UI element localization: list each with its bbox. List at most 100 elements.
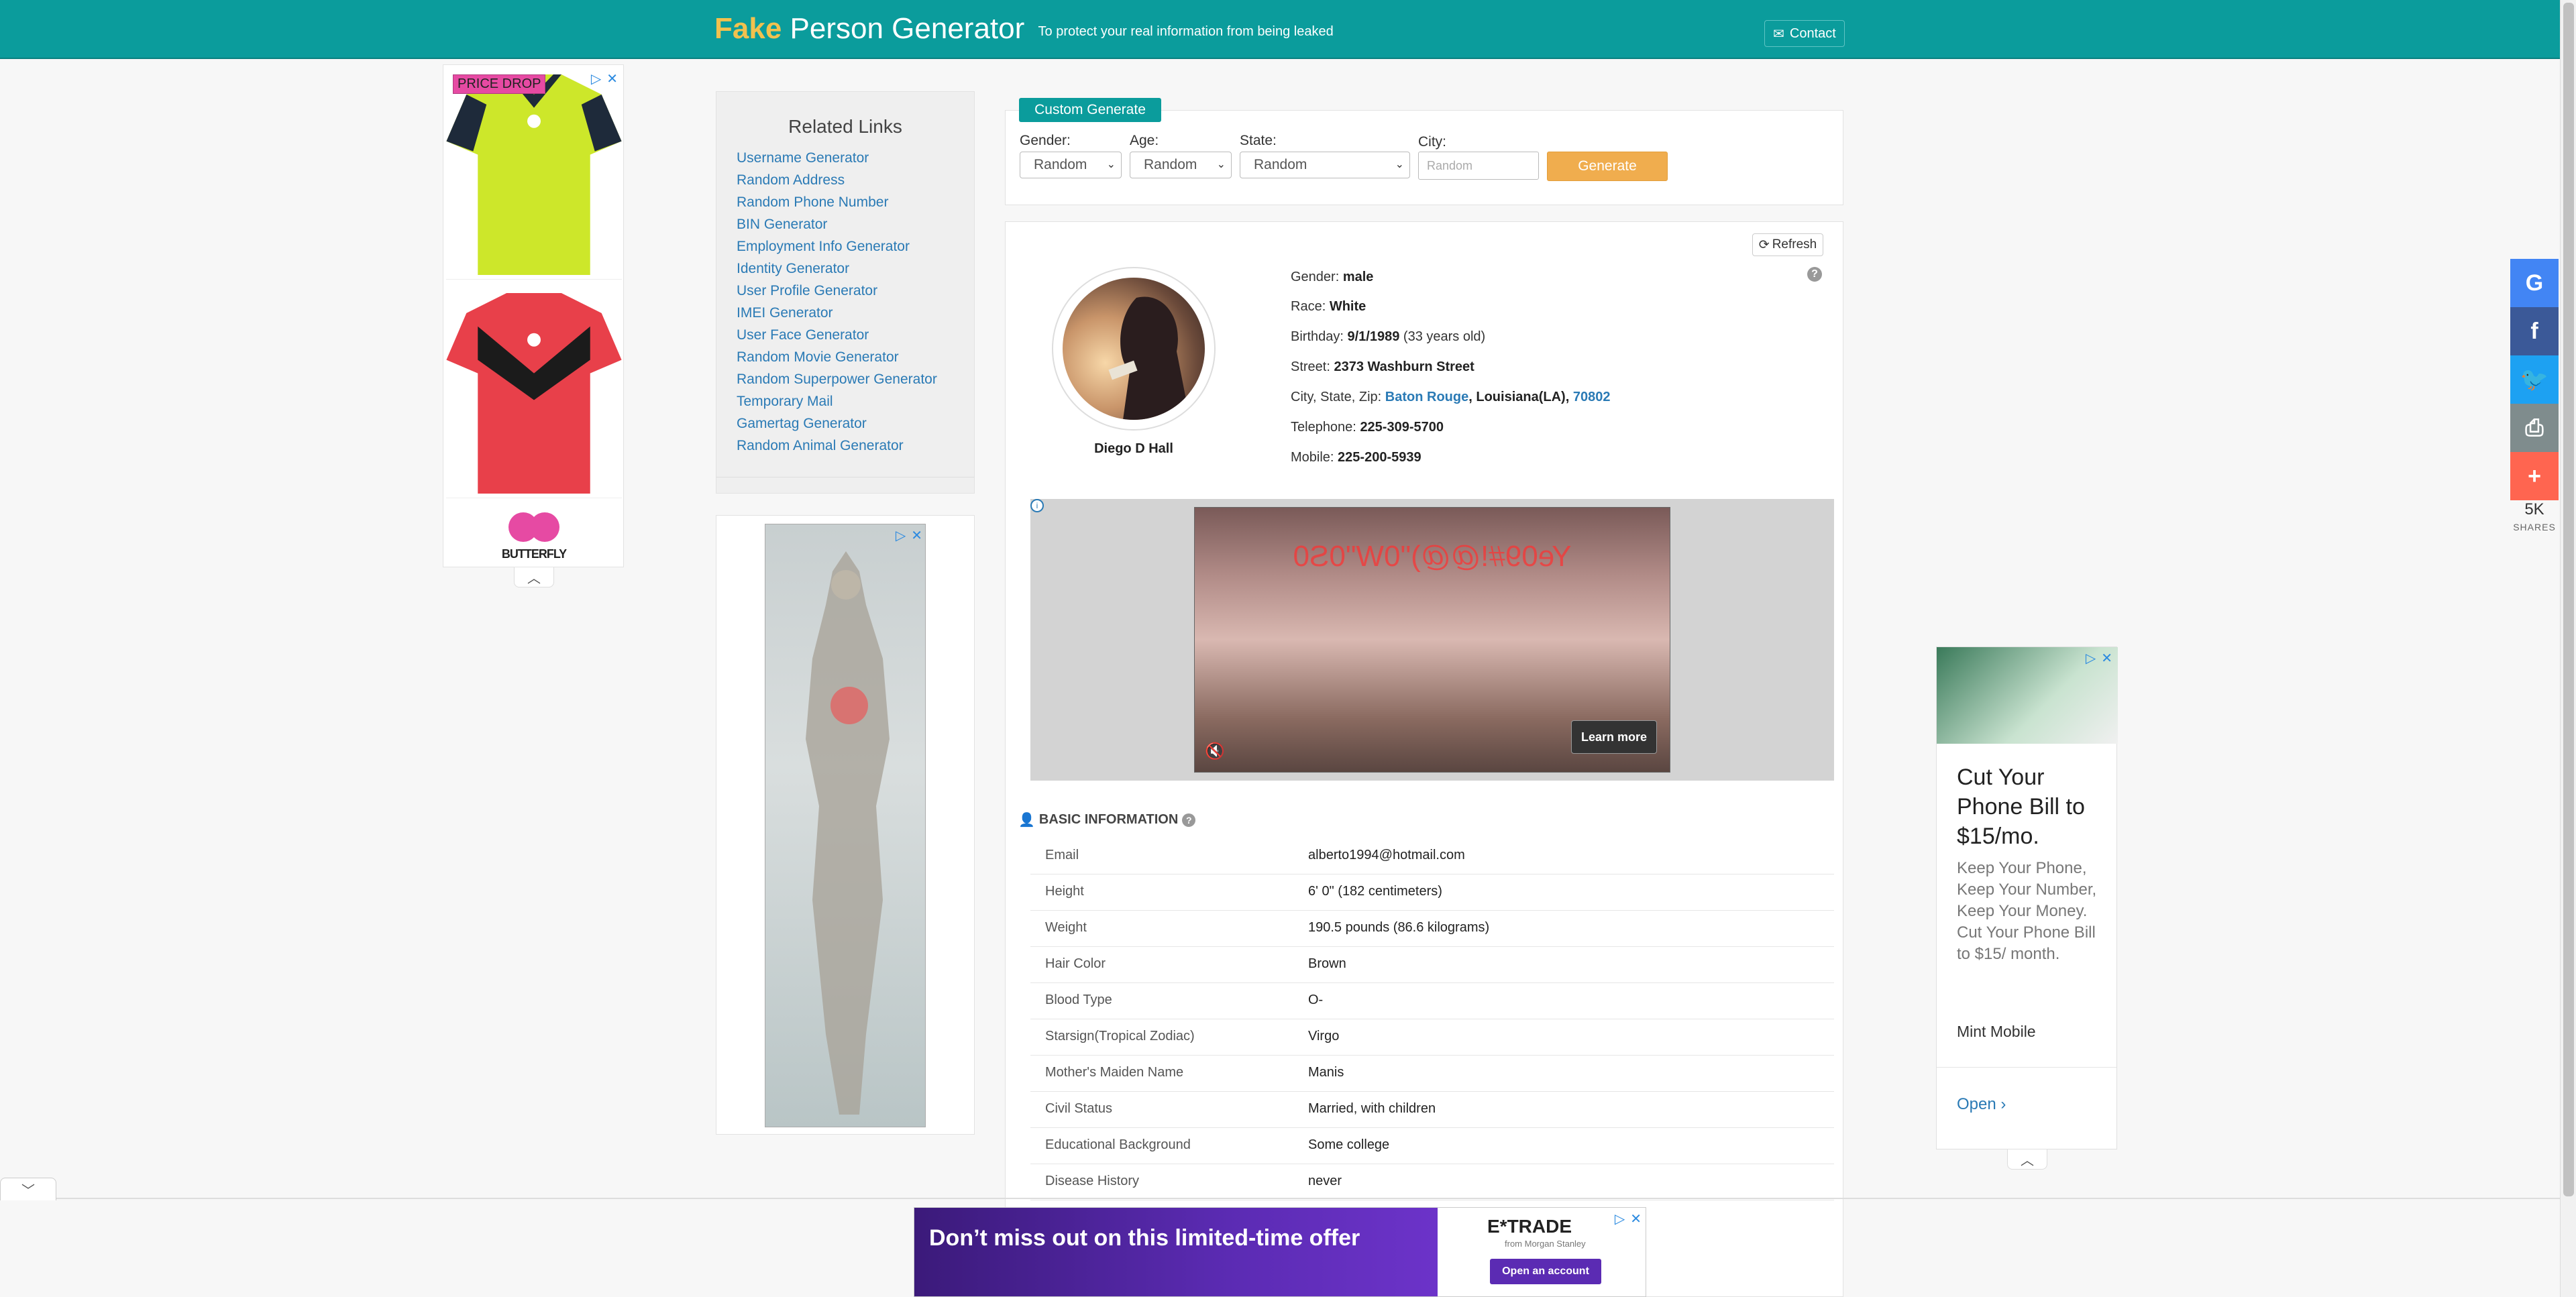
- share-twitter-button[interactable]: 🐦: [2510, 355, 2559, 404]
- related-link[interactable]: Username Generator: [737, 147, 974, 169]
- left-ad-collapse[interactable]: ︿: [514, 567, 554, 587]
- contact-button[interactable]: ✉ Contact: [1764, 20, 1845, 47]
- close-icon[interactable]: ✕: [606, 70, 618, 87]
- statue-ad-image[interactable]: ▷ ✕: [765, 524, 926, 1127]
- print-icon: ⎙: [2525, 414, 2544, 441]
- site-header: Fake Person Generator To protect your re…: [0, 0, 2560, 59]
- related-link[interactable]: Random Animal Generator: [737, 435, 974, 457]
- info-city-state-zip: City, State, Zip: Baton Rouge, Louisiana…: [1291, 390, 1611, 404]
- city-link[interactable]: Baton Rouge: [1385, 390, 1468, 404]
- related-link[interactable]: Identity Generator: [737, 258, 974, 280]
- mobile-label: Mobile:: [1291, 450, 1334, 465]
- related-link[interactable]: Random Movie Generator: [737, 346, 974, 368]
- info-telephone: Telephone: 225-309-5700: [1291, 420, 1444, 435]
- site-logo[interactable]: Fake Person Generator To protect your re…: [714, 12, 1334, 46]
- price-drop-badge: PRICE DROP: [453, 74, 546, 94]
- bottom-ad-collapse[interactable]: ﹀: [0, 1178, 56, 1200]
- ad-controls[interactable]: ▷ ✕: [1615, 1210, 1642, 1227]
- birthday-value: 9/1/1989: [1347, 329, 1400, 344]
- brand-fake: Fake: [714, 12, 782, 45]
- row-value: never: [1308, 1174, 1342, 1188]
- related-links-list: Username Generator Random Address Random…: [716, 147, 974, 457]
- table-row: Starsign(Tropical Zodiac) Virgo: [1030, 1019, 1834, 1056]
- gender-select[interactable]: Random ⌄: [1020, 152, 1122, 178]
- related-link[interactable]: User Profile Generator: [737, 280, 974, 302]
- related-link[interactable]: IMEI Generator: [737, 302, 974, 324]
- race-info-label: Race:: [1291, 299, 1326, 314]
- open-account-button[interactable]: Open an account: [1490, 1259, 1601, 1284]
- right-ad[interactable]: ▷ ✕ Cut Your Phone Bill to $15/mo. Keep …: [1936, 646, 2118, 1149]
- share-count: 5K: [2524, 500, 2544, 518]
- left-ad[interactable]: PRICE DROP ▷ ✕ BUTTERFLY: [443, 64, 624, 567]
- adchoices-icon[interactable]: ▷: [1615, 1210, 1625, 1227]
- right-ad-collapse[interactable]: ︿: [2007, 1149, 2047, 1170]
- share-more-button[interactable]: +: [2510, 452, 2559, 500]
- related-link[interactable]: Random Address: [737, 169, 974, 191]
- statue-ad[interactable]: ▷ ✕: [716, 515, 975, 1135]
- row-value: 6' 0" (182 centimeters): [1308, 884, 1442, 899]
- row-key: Civil Status: [1045, 1101, 1113, 1116]
- mute-icon[interactable]: 🔇: [1205, 742, 1225, 761]
- related-link[interactable]: Gamertag Generator: [737, 412, 974, 435]
- age-select[interactable]: Random ⌄: [1130, 152, 1232, 178]
- brand-rest: Person Generator: [790, 12, 1025, 45]
- right-ad-brand: Mint Mobile: [1957, 1023, 2036, 1040]
- ad-controls[interactable]: ▷ ✕: [896, 527, 922, 544]
- custom-generate-tab[interactable]: Custom Generate: [1019, 98, 1161, 122]
- row-key: Hair Color: [1045, 956, 1106, 971]
- right-ad-body: Keep Your Phone, Keep Your Number, Keep …: [1957, 859, 2097, 963]
- ad-controls[interactable]: ▷ ✕: [2086, 650, 2112, 667]
- related-link[interactable]: Employment Info Generator: [737, 235, 974, 258]
- row-value: Manis: [1308, 1065, 1344, 1080]
- close-icon[interactable]: ✕: [1630, 1210, 1642, 1227]
- related-link[interactable]: Temporary Mail: [737, 390, 974, 412]
- divider: [1937, 1067, 2116, 1068]
- related-link[interactable]: User Face Generator: [737, 324, 974, 346]
- bottom-ad-headline[interactable]: Don’t miss out on this limited-time offe…: [914, 1208, 1438, 1296]
- related-link[interactable]: Random Phone Number: [737, 191, 974, 213]
- share-facebook-button[interactable]: f: [2510, 307, 2559, 355]
- chevron-right-icon: ›: [2000, 1095, 2006, 1113]
- chevron-down-icon: ⌄: [1395, 159, 1404, 170]
- share-label: SHARES: [2513, 522, 2556, 532]
- info-mobile: Mobile: 225-200-5939: [1291, 450, 1421, 465]
- refresh-icon: ⟳: [1758, 237, 1770, 252]
- share-google-button[interactable]: G: [2510, 259, 2559, 307]
- related-link[interactable]: BIN Generator: [737, 213, 974, 235]
- adchoices-icon[interactable]: ▷: [2086, 650, 2096, 667]
- share-print-button[interactable]: ⎙: [2510, 404, 2559, 452]
- info-gender: Gender: male: [1291, 270, 1373, 285]
- zip-link[interactable]: 70802: [1573, 390, 1611, 404]
- age-label: Age:: [1130, 133, 1159, 148]
- city-input[interactable]: Random: [1418, 152, 1539, 180]
- row-key: Mother's Maiden Name: [1045, 1065, 1184, 1080]
- scrollbar-thumb[interactable]: [2563, 3, 2574, 1196]
- page-scrollbar[interactable]: [2560, 0, 2576, 1297]
- generate-button[interactable]: Generate: [1547, 152, 1668, 181]
- state-select[interactable]: Random ⌄: [1240, 152, 1410, 178]
- gender-label: Gender:: [1020, 133, 1071, 148]
- butterfly-logo[interactable]: BUTTERFLY: [446, 508, 622, 564]
- ad-shirt-image-2[interactable]: [446, 286, 622, 498]
- bottom-banner-ad[interactable]: Don’t miss out on this limited-time offe…: [914, 1207, 1646, 1297]
- refresh-button[interactable]: ⟳ Refresh: [1752, 233, 1823, 256]
- google-icon: G: [2525, 270, 2544, 296]
- gender-info-label: Gender:: [1291, 270, 1340, 284]
- adchoices-icon[interactable]: i: [1030, 499, 1044, 512]
- ad-controls[interactable]: ▷ ✕: [591, 70, 618, 87]
- close-icon[interactable]: ✕: [2101, 650, 2112, 667]
- ad-shirt-image-1[interactable]: PRICE DROP ▷ ✕: [446, 68, 622, 280]
- adchoices-icon[interactable]: ▷: [591, 70, 601, 87]
- csz-label: City, State, Zip:: [1291, 390, 1382, 404]
- help-icon[interactable]: ?: [1182, 813, 1196, 827]
- mobile-value: 225-200-5939: [1338, 450, 1421, 465]
- table-row: Civil Status Married, with children: [1030, 1092, 1834, 1128]
- close-icon[interactable]: ✕: [911, 527, 922, 544]
- related-link[interactable]: Random Superpower Generator: [737, 368, 974, 390]
- help-icon[interactable]: ?: [1807, 267, 1822, 282]
- right-ad-headline[interactable]: Cut Your Phone Bill to $15/mo.: [1957, 763, 2104, 851]
- right-ad-open-link[interactable]: Open ›: [1957, 1095, 2006, 1114]
- telephone-label: Telephone:: [1291, 420, 1356, 435]
- learn-more-button[interactable]: Learn more: [1571, 720, 1657, 754]
- adchoices-icon[interactable]: ▷: [896, 527, 906, 544]
